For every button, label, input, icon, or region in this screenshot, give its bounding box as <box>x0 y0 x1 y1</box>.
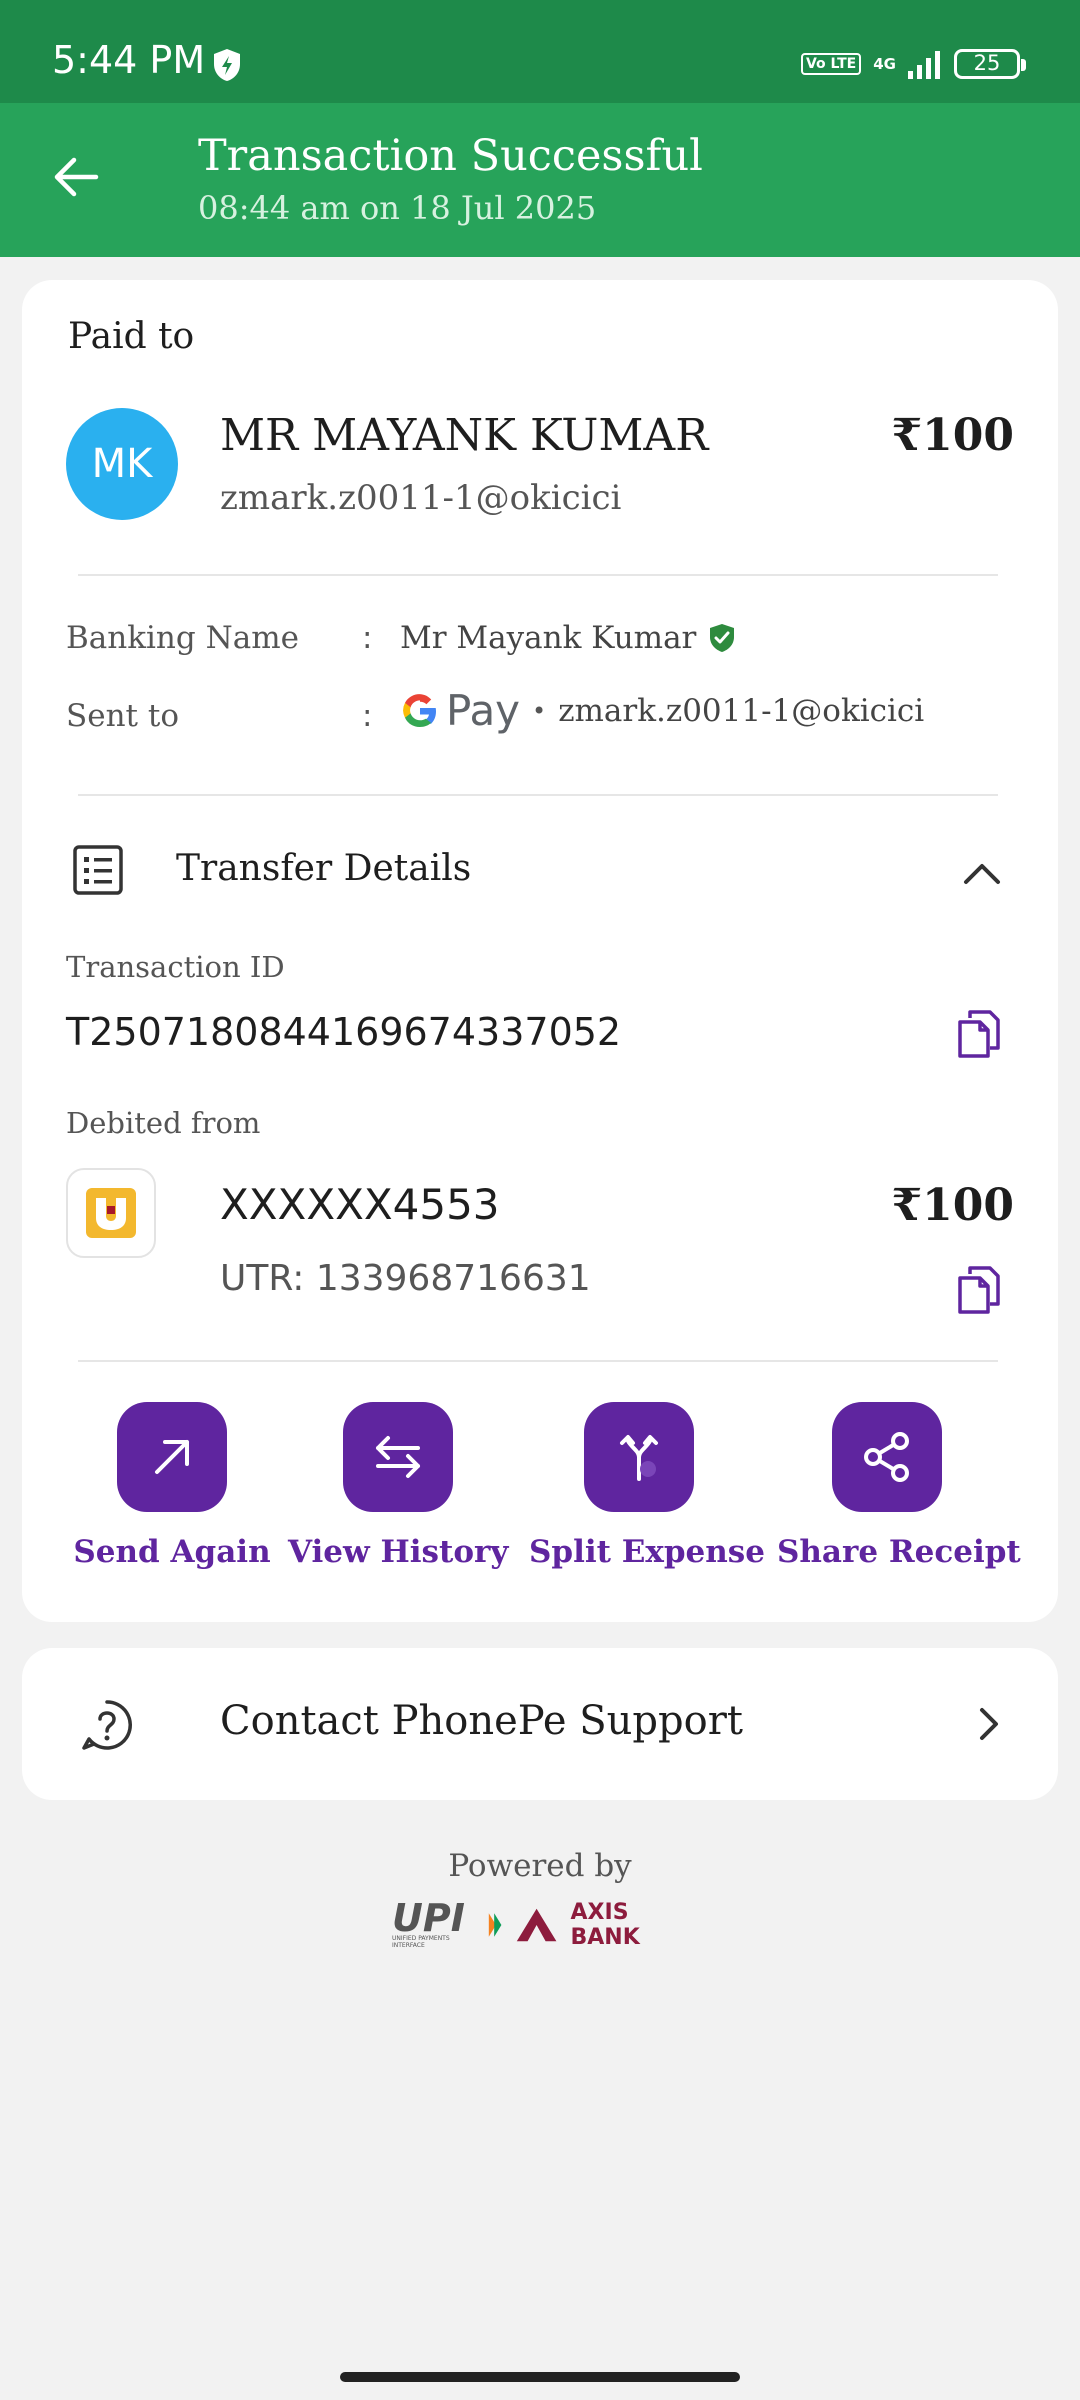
arrow-up-right-icon <box>155 1440 189 1474</box>
bank-logo <box>66 1168 156 1258</box>
copy-icon[interactable] <box>956 1008 1002 1060</box>
powered-by-label: Powered by <box>448 1848 632 1884</box>
payee-upi-id: zmark.z0011-1@okicici <box>220 478 622 518</box>
upi-logo: UPI UNIFIED PAYMENTS INTERFACE <box>392 1896 475 1949</box>
share-receipt-label: Share Receipt <box>777 1534 1021 1570</box>
view-history-button[interactable] <box>343 1402 453 1512</box>
view-history-label: View History <box>288 1534 509 1570</box>
send-again-action[interactable]: Send Again <box>62 1402 282 1570</box>
home-indicator[interactable] <box>340 2372 740 2382</box>
split-expense-action[interactable]: Split Expense <box>529 1402 765 1570</box>
sent-to-value: Pay • zmark.z0011-1@okicici <box>400 686 924 735</box>
debit-account-number: XXXXXX4553 <box>220 1180 500 1229</box>
transaction-datetime: 08:44 am on 18 Jul 2025 <box>198 189 597 227</box>
page-title: Transaction Successful <box>198 131 703 181</box>
google-g-icon <box>403 693 436 727</box>
shield-bolt-icon <box>214 49 240 81</box>
axis-bank-icon <box>517 1908 557 1942</box>
copy-icon[interactable] <box>956 1264 1002 1316</box>
app-header: Transaction Successful 08:44 am on 18 Ju… <box>0 103 1080 257</box>
colon: : <box>362 620 373 656</box>
axis-bank-logo-text: AXIS BANK <box>570 1900 640 1950</box>
help-circle-icon <box>82 1700 132 1750</box>
split-expense-button[interactable] <box>584 1402 694 1512</box>
google-pay-logo: Pay <box>400 686 520 735</box>
transfer-details-title[interactable]: Transfer Details <box>176 848 471 889</box>
contact-support-label: Contact PhonePe Support <box>220 1698 743 1744</box>
swap-arrows-icon <box>376 1436 420 1478</box>
sent-to-upi-id: zmark.z0011-1@okicici <box>558 692 925 729</box>
transaction-id: T2507180844169674337052 <box>66 1010 622 1054</box>
payee-name: MR MAYANK KUMAR <box>220 410 709 461</box>
debited-from-label: Debited from <box>66 1106 261 1140</box>
back-arrow-icon[interactable] <box>46 147 106 207</box>
receipt-list-icon <box>73 845 123 895</box>
banking-name-text: Mr Mayank Kumar <box>400 620 697 656</box>
chevron-right-icon <box>980 1708 998 1740</box>
colon: : <box>362 698 373 734</box>
divider <box>78 574 998 576</box>
chevron-up-icon[interactable] <box>960 852 1004 896</box>
avatar: MK <box>66 408 178 520</box>
share-receipt-button[interactable] <box>832 1402 942 1512</box>
banking-name-value: Mr Mayank Kumar <box>400 620 736 656</box>
bullet-separator: • <box>532 696 547 725</box>
banking-name-label: Banking Name <box>66 620 299 656</box>
battery-indicator: 25 <box>954 49 1026 79</box>
split-expense-label: Split Expense <box>529 1534 765 1570</box>
send-again-button[interactable] <box>117 1402 227 1512</box>
upi-logo-tagline: UNIFIED PAYMENTS INTERFACE <box>392 1935 450 1949</box>
debited-amount: ₹100 <box>891 1180 1014 1231</box>
transaction-id-label: Transaction ID <box>66 950 285 984</box>
status-icons: Vo LTE 4G 25 <box>800 44 1026 84</box>
partner-logos: UPI UNIFIED PAYMENTS INTERFACE AXIS BANK <box>392 1896 692 1950</box>
network-type: 4G <box>873 54 896 73</box>
share-icon <box>864 1432 909 1482</box>
upi-logo-text: UPI <box>392 1896 465 1940</box>
volte-badge: Vo LTE <box>800 53 862 75</box>
transaction-card: Paid to MK MR MAYANK KUMAR zmark.z0011-1… <box>22 280 1058 1622</box>
gpay-text: Pay <box>446 686 521 735</box>
upi-arrow-icon <box>488 1913 502 1937</box>
split-icon <box>620 1435 658 1481</box>
divider <box>78 1360 998 1362</box>
contact-support-row[interactable]: Contact PhonePe Support <box>22 1648 1058 1800</box>
send-again-label: Send Again <box>73 1534 271 1570</box>
share-receipt-action[interactable]: Share Receipt <box>777 1402 1021 1570</box>
signal-icon <box>908 51 940 79</box>
paid-amount: ₹100 <box>891 410 1014 461</box>
sent-to-label: Sent to <box>66 698 179 734</box>
status-bar: 5:44 PM Vo LTE 4G 25 <box>0 0 1080 103</box>
pnb-bank-icon <box>86 1188 136 1238</box>
verified-shield-icon <box>710 624 735 652</box>
status-time: 5:44 PM <box>52 38 206 82</box>
divider <box>78 794 998 796</box>
utr-number: UTR: 133968716631 <box>220 1258 591 1299</box>
paid-to-label: Paid to <box>68 316 195 357</box>
view-history-action[interactable]: View History <box>288 1402 508 1570</box>
